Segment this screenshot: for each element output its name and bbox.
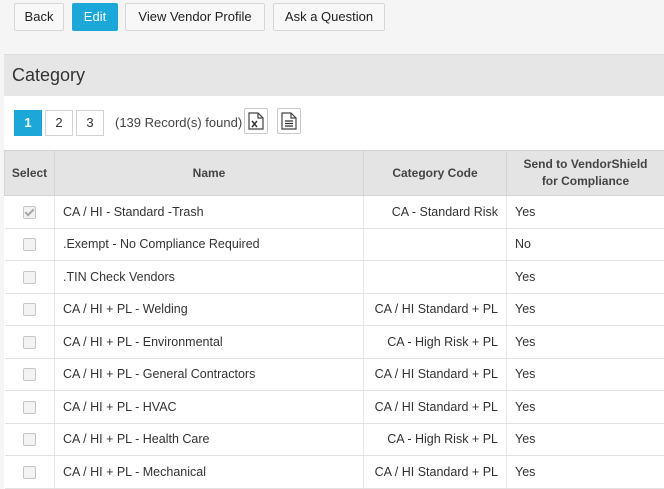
category-table: Select Name Category Code Send to Vendor… bbox=[4, 150, 664, 489]
name-cell[interactable]: CA / HI + PL - Health Care bbox=[55, 423, 364, 456]
toolbar: Back Edit View Vendor Profile Ask a Ques… bbox=[0, 0, 664, 54]
code-cell bbox=[364, 261, 507, 294]
row-checkbox[interactable] bbox=[23, 466, 36, 479]
table-row[interactable]: CA / HI - Standard -TrashCA - Standard R… bbox=[5, 196, 664, 229]
edit-button[interactable]: Edit bbox=[72, 3, 118, 31]
send-cell: Yes bbox=[507, 391, 664, 424]
row-checkbox[interactable] bbox=[23, 336, 36, 349]
code-cell: CA / HI Standard + PL bbox=[364, 358, 507, 391]
send-cell: Yes bbox=[507, 423, 664, 456]
send-column-header[interactable]: Send to VendorShield for Compliance bbox=[507, 151, 664, 196]
row-checkbox[interactable] bbox=[23, 401, 36, 414]
page-3-button[interactable]: 3 bbox=[76, 110, 104, 136]
send-cell: Yes bbox=[507, 293, 664, 326]
name-cell[interactable]: CA / HI + PL - HVAC bbox=[55, 391, 364, 424]
name-cell[interactable]: CA / HI - Standard -Trash bbox=[55, 196, 364, 229]
records-count: (139 Record(s) found) bbox=[115, 115, 242, 130]
send-cell: Yes bbox=[507, 358, 664, 391]
table-row[interactable]: CA / HI + PL - Health CareCA - High Risk… bbox=[5, 423, 664, 456]
row-checkbox[interactable] bbox=[23, 433, 36, 446]
table-row[interactable]: CA / HI + PL - HVACCA / HI Standard + PL… bbox=[5, 391, 664, 424]
select-column-header[interactable]: Select bbox=[5, 151, 55, 196]
code-cell: CA / HI Standard + PL bbox=[364, 456, 507, 489]
name-cell[interactable]: CA / HI + PL - Mechanical bbox=[55, 456, 364, 489]
table-row[interactable]: CA / HI + PL - General ContractorsCA / H… bbox=[5, 358, 664, 391]
view-vendor-profile-button[interactable]: View Vendor Profile bbox=[125, 3, 265, 31]
section-header: Category bbox=[4, 54, 664, 97]
send-cell: Yes bbox=[507, 196, 664, 229]
pager: 1 2 3 (139 Record(s) found) bbox=[4, 96, 664, 150]
send-header-line2: for Compliance bbox=[542, 174, 629, 188]
send-header-line1: Send to VendorShield bbox=[523, 157, 647, 171]
document-export-button[interactable] bbox=[277, 108, 301, 134]
select-cell bbox=[5, 391, 55, 424]
row-checkbox[interactable] bbox=[23, 206, 36, 219]
code-cell bbox=[364, 228, 507, 261]
select-cell bbox=[5, 358, 55, 391]
code-cell: CA - Standard Risk bbox=[364, 196, 507, 229]
excel-export-icon bbox=[248, 112, 264, 130]
send-cell: No bbox=[507, 228, 664, 261]
table-row[interactable]: .TIN Check Vendors Yes bbox=[5, 261, 664, 294]
excel-export-button[interactable] bbox=[244, 108, 268, 134]
select-cell bbox=[5, 326, 55, 359]
name-cell[interactable]: .Exempt - No Compliance Required bbox=[55, 228, 364, 261]
code-cell: CA - High Risk + PL bbox=[364, 326, 507, 359]
name-cell[interactable]: CA / HI + PL - Welding bbox=[55, 293, 364, 326]
name-cell[interactable]: CA / HI + PL - General Contractors bbox=[55, 358, 364, 391]
row-checkbox[interactable] bbox=[23, 238, 36, 251]
select-cell bbox=[5, 261, 55, 294]
code-cell: CA - High Risk + PL bbox=[364, 423, 507, 456]
table-row[interactable]: CA / HI + PL - WeldingCA / HI Standard +… bbox=[5, 293, 664, 326]
code-cell: CA / HI Standard + PL bbox=[364, 293, 507, 326]
row-checkbox[interactable] bbox=[23, 271, 36, 284]
table-row[interactable]: CA / HI + PL - MechanicalCA / HI Standar… bbox=[5, 456, 664, 489]
name-cell[interactable]: CA / HI + PL - Environmental bbox=[55, 326, 364, 359]
send-cell: Yes bbox=[507, 326, 664, 359]
ask-question-button[interactable]: Ask a Question bbox=[273, 3, 385, 31]
code-column-header[interactable]: Category Code bbox=[364, 151, 507, 196]
table-header-row: Select Name Category Code Send to Vendor… bbox=[5, 151, 664, 196]
section-title: Category bbox=[12, 65, 85, 86]
document-export-icon bbox=[281, 112, 297, 130]
page-2-button[interactable]: 2 bbox=[45, 110, 73, 136]
name-column-header[interactable]: Name bbox=[55, 151, 364, 196]
select-cell bbox=[5, 423, 55, 456]
table-row[interactable]: .Exempt - No Compliance Required No bbox=[5, 228, 664, 261]
row-checkbox[interactable] bbox=[23, 303, 36, 316]
name-cell[interactable]: .TIN Check Vendors bbox=[55, 261, 364, 294]
back-button[interactable]: Back bbox=[14, 3, 64, 31]
send-cell: Yes bbox=[507, 456, 664, 489]
table-row[interactable]: CA / HI + PL - EnvironmentalCA - High Ri… bbox=[5, 326, 664, 359]
select-cell bbox=[5, 196, 55, 229]
select-cell bbox=[5, 293, 55, 326]
page-1-button[interactable]: 1 bbox=[14, 110, 42, 136]
code-cell: CA / HI Standard + PL bbox=[364, 391, 507, 424]
send-cell: Yes bbox=[507, 261, 664, 294]
row-checkbox[interactable] bbox=[23, 368, 36, 381]
select-cell bbox=[5, 228, 55, 261]
select-cell bbox=[5, 456, 55, 489]
